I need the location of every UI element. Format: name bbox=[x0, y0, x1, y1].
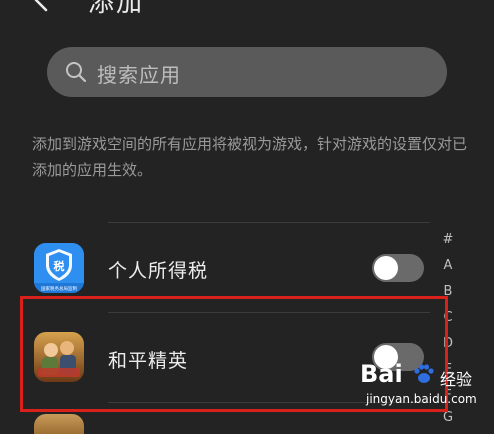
search-input[interactable]: 搜索应用 bbox=[47, 47, 447, 97]
app-icon-partial bbox=[34, 414, 84, 434]
search-placeholder: 搜索应用 bbox=[97, 63, 181, 87]
index-letter[interactable]: # bbox=[440, 232, 456, 247]
tax-icon-subtext: 国家税务总局监制 bbox=[41, 285, 77, 292]
chevron-left-icon bbox=[34, 0, 48, 12]
index-letter[interactable]: A bbox=[440, 258, 456, 273]
baidu-watermark: Bai 经验 jingyan.baidu.com bbox=[360, 360, 490, 416]
app-name-tax: 个人所得税 bbox=[108, 260, 209, 282]
paw-icon bbox=[414, 364, 434, 383]
tax-app-icon: 税 国家税务总局监制 bbox=[34, 243, 84, 293]
top-bar: 添加 bbox=[0, 0, 494, 18]
tax-icon-text: 税 bbox=[54, 259, 65, 273]
list-divider bbox=[108, 222, 430, 223]
search-icon bbox=[66, 62, 87, 83]
back-button[interactable] bbox=[30, 0, 54, 12]
page-title: 添加 bbox=[88, 0, 145, 18]
toggle-tax[interactable] bbox=[372, 254, 424, 282]
description-text: 添加到游戏空间的所有应用将被视为游戏，针对游戏的设置仅对已添加的应用生效。 bbox=[32, 135, 468, 179]
watermark-logo: Bai bbox=[360, 360, 403, 388]
watermark-url: jingyan.baidu.com bbox=[366, 392, 477, 406]
watermark-cn: 经验 bbox=[440, 370, 473, 389]
toggle-knob bbox=[374, 256, 398, 280]
